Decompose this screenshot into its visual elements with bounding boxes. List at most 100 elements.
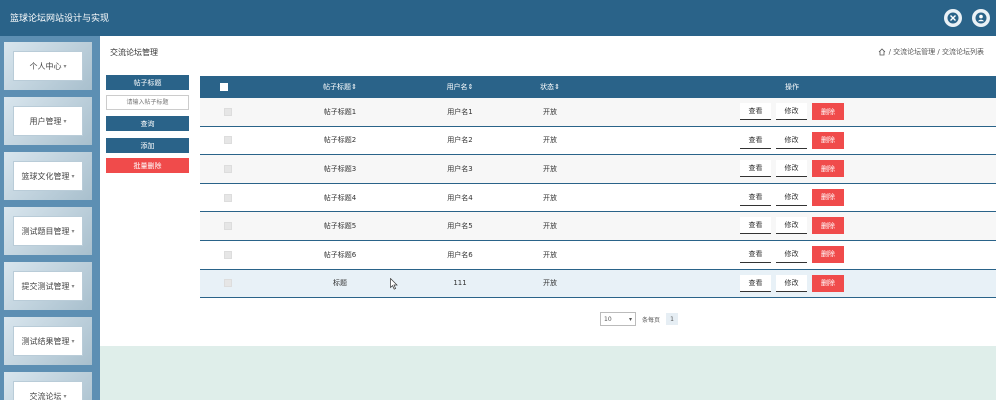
status-cell: 开放 [543,193,557,202]
status-cell: 开放 [543,250,557,259]
pagination: 10 ▾ 条每页 1 [600,312,679,326]
sidebar-item-label: 测试题目管理 [21,226,70,236]
edit-button[interactable]: 修改 [776,103,807,120]
sidebar-item-label: 个人中心 [29,61,62,71]
row-select-cell [220,212,236,240]
column-header-title[interactable]: 帖子标题 ⇕ [300,76,380,98]
sidebar-item-submit-tests[interactable]: 提交测试管理 ▾ [4,262,92,310]
close-circle-icon[interactable] [944,9,962,27]
row-select-cell [220,241,236,269]
username-cell: 用户名2 [447,136,473,145]
row-checkbox[interactable] [224,136,232,145]
sidebar-item-personal-center[interactable]: 个人中心 ▾ [4,42,92,90]
username-cell: 用户名3 [447,164,473,173]
select-all-cell [220,76,228,98]
status-cell: 开放 [543,107,557,116]
username-cell: 用户名5 [447,222,473,231]
search-button[interactable]: 查询 [106,116,189,131]
sort-icon: ⇕ [351,83,357,91]
sidebar-item-forum[interactable]: 交流论坛 ▾ [4,372,92,400]
chevron-down-icon: ▾ [71,227,75,235]
edit-button[interactable]: 修改 [776,245,807,263]
edit-button[interactable]: 修改 [776,188,807,206]
sidebar-item-label: 交流论坛 [29,391,62,400]
row-checkbox[interactable] [224,193,232,202]
mouse-cursor-icon [390,278,398,290]
sort-icon: ⇕ [467,83,474,91]
page-number-button[interactable]: 1 [666,313,679,325]
main-panel: 交流论坛管理 / 交流论坛管理 / 交流论坛列表 帖子标题 查询 添加 批量删除… [100,36,996,346]
add-button[interactable]: 添加 [106,138,189,153]
view-button[interactable]: 查看 [740,160,771,178]
sidebar-item-test-questions[interactable]: 测试题目管理 ▾ [4,207,92,255]
row-checkbox[interactable] [224,250,232,259]
view-button[interactable]: 查看 [740,188,771,206]
row-select-cell [220,270,236,298]
edit-button[interactable]: 修改 [776,274,807,292]
sort-icon: ⇕ [554,83,560,91]
app-title: 篮球论坛网站设计与实现 [10,14,110,24]
row-select-cell [220,184,236,212]
delete-button[interactable]: 删除 [812,274,844,292]
table-body: 帖子标题1 用户名1 开放 查看 修改 删除 帖子标题2 用户名2 开放 查看 修改 删除 帖子标题3 用… [200,98,996,299]
username-cell: 用户名4 [447,193,473,202]
sidebar-item-test-results[interactable]: 测试结果管理 ▾ [4,317,92,365]
edit-button[interactable]: 修改 [776,131,807,149]
chevron-down-icon: ▾ [628,315,632,323]
row-checkbox[interactable] [224,222,232,231]
row-select-cell [220,127,236,155]
user-icon[interactable] [972,9,990,27]
sidebar-item-label: 测试结果管理 [21,336,70,346]
title-field-label: 帖子标题 [106,75,189,90]
view-button[interactable]: 查看 [740,103,771,120]
row-checkbox[interactable] [224,107,232,116]
chevron-down-icon: ▾ [63,62,67,70]
edit-button[interactable]: 修改 [776,217,807,235]
delete-button[interactable]: 删除 [812,217,844,235]
delete-button[interactable]: 删除 [812,188,844,206]
table-row: 标题 111 开放 查看 修改 删除 [200,269,996,299]
title-search-input[interactable] [106,95,189,110]
home-icon[interactable] [878,48,886,56]
view-button[interactable]: 查看 [740,245,771,263]
batch-delete-button[interactable]: 批量删除 [106,158,189,173]
select-all-checkbox[interactable] [220,83,228,91]
username-cell: 111 [453,279,467,288]
status-cell: 开放 [543,136,557,145]
chevron-down-icon: ▾ [71,172,75,180]
delete-button[interactable]: 删除 [812,131,844,149]
row-select-cell [220,98,236,126]
edit-button[interactable]: 修改 [776,160,807,178]
page-size-label: 条每页 [642,316,661,324]
sidebar-item-label: 篮球文化管理 [21,171,70,181]
forum-table: 帖子标题 ⇕ 用户名 ⇕ 状态 ⇕ 操作 帖子标题1 用户名1 开放 查看 修改 删除 帖子标题2… [200,76,996,299]
view-button[interactable]: 查看 [740,274,771,292]
view-button[interactable]: 查看 [740,217,771,235]
page-size-select[interactable]: 10 ▾ [600,312,636,326]
sidebar-item-basketball-culture[interactable]: 篮球文化管理 ▾ [4,152,92,200]
status-cell: 开放 [543,222,557,231]
sidebar-item-user-management[interactable]: 用户管理 ▾ [4,97,92,145]
table-row: 帖子标题6 用户名6 开放 查看 修改 删除 [200,240,996,270]
delete-button[interactable]: 删除 [812,103,844,120]
delete-button[interactable]: 删除 [812,245,844,263]
breadcrumb-path[interactable]: / 交流论坛管理 / 交流论坛列表 [889,47,984,57]
table-row: 帖子标题1 用户名1 开放 查看 修改 删除 [200,98,996,127]
delete-button[interactable]: 删除 [812,160,844,178]
row-select-cell [220,155,236,183]
post-title-cell: 帖子标题3 [323,164,357,173]
top-bar: 篮球论坛网站设计与实现 [0,0,996,36]
post-title-cell: 帖子标题2 [323,136,357,145]
column-header-actions: 操作 [785,83,799,91]
table-row: 帖子标题3 用户名3 开放 查看 修改 删除 [200,155,996,184]
view-button[interactable]: 查看 [740,131,771,149]
post-title-cell: 帖子标题6 [323,250,357,259]
column-header-status[interactable]: 状态 ⇕ [520,76,580,98]
post-title-cell: 帖子标题1 [323,107,357,116]
table-row: 帖子标题4 用户名4 开放 查看 修改 删除 [200,183,996,213]
sidebar: 个人中心 ▾ 用户管理 ▾ 篮球文化管理 ▾ 测试题目管理 ▾ 提交测试管理 ▾ 测试结果… [0,36,100,400]
row-checkbox[interactable] [224,164,232,173]
chevron-down-icon: ▾ [63,117,67,125]
column-header-user[interactable]: 用户名 ⇕ [425,76,495,98]
row-checkbox[interactable] [224,279,232,288]
